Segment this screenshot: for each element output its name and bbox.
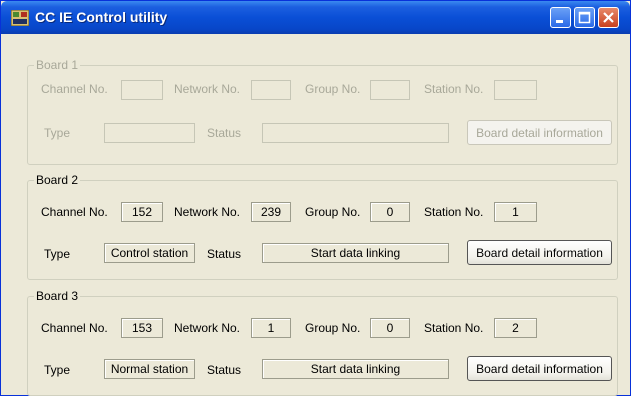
type-field[interactable] bbox=[104, 123, 195, 143]
channel-field[interactable]: 153 bbox=[121, 318, 163, 338]
board-2-title: Board 2 bbox=[34, 173, 81, 187]
channel-label: Channel No. bbox=[41, 82, 108, 96]
channel-label: Channel No. bbox=[41, 321, 108, 335]
minimize-button[interactable] bbox=[550, 7, 571, 28]
network-field[interactable]: 239 bbox=[251, 202, 291, 222]
group-label: Group No. bbox=[305, 205, 361, 219]
window-title: CC IE Control utility bbox=[35, 9, 168, 25]
status-label: Status bbox=[207, 126, 242, 140]
type-label: Type bbox=[44, 247, 71, 261]
status-label: Status bbox=[207, 363, 242, 377]
group-field[interactable]: 0 bbox=[370, 202, 410, 222]
board-3-detail-button[interactable]: Board detail information bbox=[467, 356, 612, 381]
status-field[interactable] bbox=[262, 123, 449, 143]
close-icon bbox=[603, 12, 614, 23]
minimize-icon bbox=[556, 20, 563, 23]
network-label: Network No. bbox=[174, 205, 241, 219]
main-window: CC IE Control utility Board 1 Channel No… bbox=[0, 0, 631, 396]
channel-field[interactable]: 152 bbox=[121, 202, 163, 222]
station-label: Station No. bbox=[424, 321, 484, 335]
network-label: Network No. bbox=[174, 321, 241, 335]
type-field[interactable]: Control station bbox=[104, 243, 195, 263]
board-2-group: Board 2 Channel No. 152 Network No. 239 … bbox=[27, 173, 618, 280]
board-1-group: Board 1 Channel No. Network No. Group No… bbox=[27, 58, 618, 165]
board-1-detail-button[interactable]: Board detail information bbox=[467, 120, 612, 145]
group-field[interactable]: 0 bbox=[370, 318, 410, 338]
status-field[interactable]: Start data linking bbox=[262, 243, 449, 263]
group-field[interactable] bbox=[370, 80, 410, 100]
maximize-icon bbox=[578, 11, 591, 24]
app-icon bbox=[11, 10, 29, 26]
station-label: Station No. bbox=[424, 205, 484, 219]
group-label: Group No. bbox=[305, 321, 361, 335]
board-1-title: Board 1 bbox=[34, 58, 81, 72]
status-field[interactable]: Start data linking bbox=[262, 359, 449, 379]
group-label: Group No. bbox=[305, 82, 361, 96]
network-field[interactable] bbox=[251, 80, 291, 100]
type-label: Type bbox=[44, 363, 71, 377]
board-3-group: Board 3 Channel No. 153 Network No. 1 Gr… bbox=[27, 289, 618, 396]
board-3-title: Board 3 bbox=[34, 289, 81, 303]
station-field[interactable] bbox=[494, 80, 537, 100]
board-2-detail-button[interactable]: Board detail information bbox=[467, 240, 612, 265]
station-label: Station No. bbox=[424, 82, 484, 96]
close-button[interactable] bbox=[598, 7, 619, 28]
station-field[interactable]: 2 bbox=[494, 318, 537, 338]
network-label: Network No. bbox=[174, 82, 241, 96]
status-label: Status bbox=[207, 247, 242, 261]
type-field[interactable]: Normal station bbox=[104, 359, 195, 379]
channel-field[interactable] bbox=[121, 80, 163, 100]
maximize-button[interactable] bbox=[574, 7, 595, 28]
type-label: Type bbox=[44, 126, 71, 140]
title-bar[interactable]: CC IE Control utility bbox=[1, 1, 630, 34]
network-field[interactable]: 1 bbox=[251, 318, 291, 338]
channel-label: Channel No. bbox=[41, 205, 108, 219]
station-field[interactable]: 1 bbox=[494, 202, 537, 222]
